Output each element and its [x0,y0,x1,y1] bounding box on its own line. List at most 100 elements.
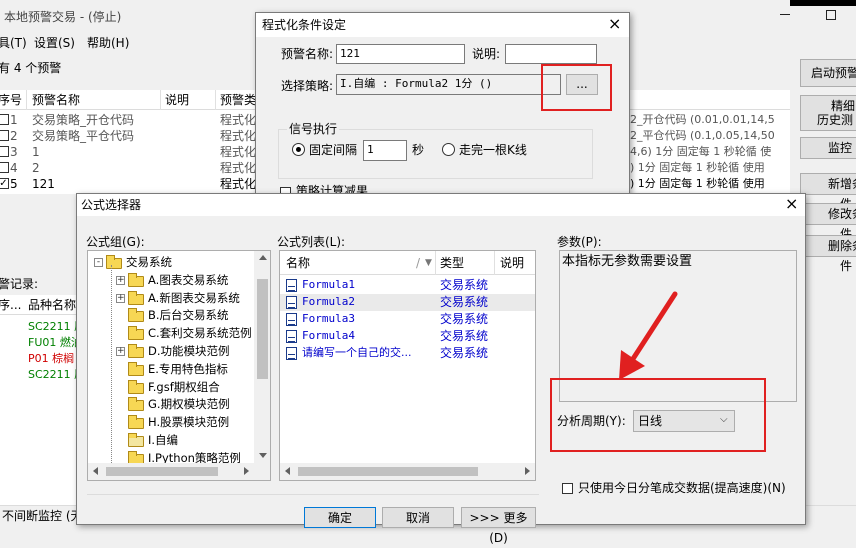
row-no: 5 [10,177,18,191]
signal-group: 信号执行 固定间隔 1 秒 走完一根K线 [278,121,593,179]
tree-item[interactable]: H.股票模块范例 [88,414,254,431]
formula-dialog-titlebar: 公式选择器 × [77,194,805,216]
tree-item-label: G.期权模块范例 [148,397,230,412]
expand-icon[interactable]: + [116,275,125,285]
tree-vscroll-thumb[interactable] [257,279,268,379]
maximize-icon[interactable] [826,10,836,20]
list-item-name: Formula3 [302,312,355,325]
tree-item[interactable]: F.gsf期权组合 [88,379,254,396]
scroll-right-icon[interactable] [525,467,530,475]
kline-radio[interactable] [442,143,455,156]
list-hscrollbar[interactable] [280,463,535,480]
list-col-desc[interactable]: 说明 [500,255,524,271]
list-item-type: 交易系统 [440,295,489,309]
scroll-down-icon[interactable] [259,453,267,458]
alert-name-field[interactable]: 121 [336,44,465,64]
list-item[interactable]: 请编写一个自己的交... 交易系统 [280,345,535,362]
row-name: 2 [32,161,40,175]
list-item[interactable]: Formula2 交易系统 [280,294,535,311]
desc-field[interactable] [505,44,597,64]
tree-item[interactable]: E.专用特色指标 [88,361,254,378]
start-alert-button[interactable]: 启动预警 [800,59,856,87]
collapse-icon[interactable]: - [94,258,103,267]
list-item[interactable]: Formula3 交易系统 [280,311,535,328]
condition-dialog-title: 程式化条件设定 [262,18,347,32]
tree-item-label: E.专用特色指标 [148,361,228,376]
scroll-right-icon[interactable] [244,467,249,475]
folder-icon [128,361,144,376]
tree-item-label: I.自编 [148,433,179,447]
scroll-left-icon[interactable] [285,467,290,475]
list-item-name: Formula4 [302,329,355,342]
folder-icon [128,308,144,323]
expand-icon[interactable]: + [116,293,125,303]
params-text: 本指标无参数需要设置 [562,254,693,269]
formula-list[interactable]: 名称 / ▼ 类型 说明 Formula1 交易系统 Formula2 交易系统 For… [279,250,536,481]
menu-help[interactable]: 帮助(H) [87,35,129,51]
menu-tools[interactable]: 具(T) [0,35,27,51]
col-type[interactable]: 预警类 [220,92,256,108]
delete-condition-button[interactable]: 删除条件 [800,235,856,273]
edit-condition-button[interactable]: 修改条件 [800,203,856,241]
close-icon[interactable]: × [608,15,621,33]
tree-item[interactable]: I.自编 [88,432,254,449]
group-label: 公式组(G): [86,235,145,249]
list-label: 公式列表(L): [277,235,346,249]
minimize-icon[interactable] [780,14,790,15]
detail-button-line1: 精细 [831,99,856,113]
interval-field[interactable]: 1 [363,140,407,161]
menu-settings[interactable]: 设置(S) [34,35,75,51]
row-checkbox[interactable] [0,162,9,173]
list-item[interactable]: Formula4 交易系统 [280,328,535,345]
tree-item[interactable]: - 交易系统 [88,254,254,271]
row-checkbox[interactable] [0,114,9,125]
records-col-name[interactable]: 品种名称 [28,297,76,313]
record-item[interactable]: FU01 燃油 [28,335,82,351]
folder-icon [128,415,144,430]
col-name[interactable]: 预警名称 [32,92,80,108]
record-item[interactable]: P01 棕榈 [28,351,74,367]
list-item-type: 交易系统 [440,329,489,343]
tree-item[interactable]: + D.功能模块范例 [88,343,254,360]
formula-group-tree[interactable]: - 交易系统 + A.图表交易系统 + A.新图表交易系统 B.后台交易系统 C.套利交易系统… [87,250,271,481]
folder-icon [128,379,144,394]
tree-item[interactable]: + A.新图表交易系统 [88,290,254,307]
row-checkbox[interactable] [0,130,9,141]
tree-item[interactable]: G.期权模块范例 [88,396,254,413]
close-icon[interactable]: × [785,195,798,213]
only-today-checkbox[interactable] [562,483,573,494]
tree-item-label: A.图表交易系统 [148,272,229,287]
tree-vscrollbar[interactable] [254,251,270,463]
records-label: 警记录: [0,277,39,291]
tree-item[interactable]: B.后台交易系统 [88,307,254,324]
strategy-field[interactable]: I.自编 : Formula2 1分 () [336,74,561,95]
tree-item[interactable]: C.套利交易系统范例 [88,325,254,342]
tree-hscrollbar[interactable] [88,463,270,480]
detail-button[interactable]: 精细 历史测 [800,95,856,131]
list-col-name[interactable]: 名称 [286,255,310,271]
col-desc[interactable]: 说明 [165,92,189,108]
tree-hscroll-thumb[interactable] [106,467,218,476]
add-condition-button[interactable]: 新增条件 [800,173,856,211]
tree-items: - 交易系统 + A.图表交易系统 + A.新图表交易系统 B.后台交易系统 C.套利交易系统… [88,251,256,465]
list-col-type[interactable]: 类型 [440,255,464,271]
list-item-type: 交易系统 [440,278,489,292]
list-item[interactable]: Formula1 交易系统 [280,277,535,294]
monitor-button[interactable]: 监控 [800,137,856,159]
list-hscroll-thumb[interactable] [298,467,478,476]
main-title: 本地预警交易 - (停止) [4,10,122,24]
custom-folder-icon [128,433,144,447]
fixed-interval-radio[interactable] [292,143,305,156]
scroll-left-icon[interactable] [93,467,98,475]
col-no[interactable]: 序号 [0,92,22,108]
expand-icon[interactable]: + [116,347,125,356]
row-checkbox[interactable] [0,146,9,157]
scroll-up-icon[interactable] [259,255,267,260]
tree-item[interactable]: + A.图表交易系统 [88,272,254,289]
row-type: 程式化 [220,161,257,175]
divider [87,494,539,495]
formula-list-rows: Formula1 交易系统 Formula2 交易系统 Formula3 交易系统 Form… [280,277,535,437]
formula-doc-icon [286,347,297,360]
row-checkbox-checked[interactable]: ✓ [0,178,9,189]
records-col-no[interactable]: 序... [0,297,21,313]
